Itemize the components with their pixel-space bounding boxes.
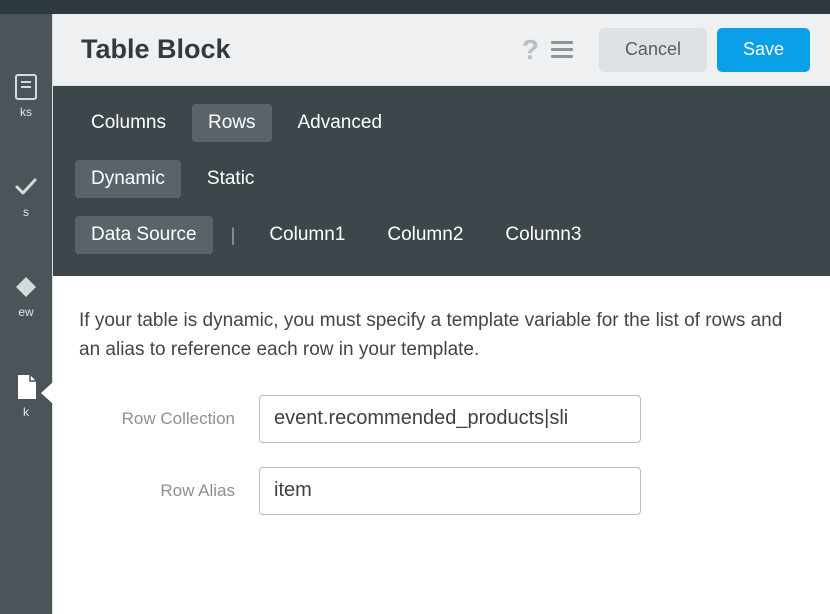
tab-column2[interactable]: Column2 bbox=[371, 216, 479, 254]
tertiary-tabs: Data Source | Column1 Column2 Column3 bbox=[75, 216, 808, 254]
sidebar-item-label: k bbox=[23, 406, 29, 418]
page-title: Table Block bbox=[81, 34, 231, 65]
tab-divider: | bbox=[223, 225, 244, 246]
sidebar-item-label: s bbox=[23, 206, 29, 218]
tabs-area: Columns Rows Advanced Dynamic Static Dat… bbox=[53, 86, 830, 276]
sidebar-item-label: ew bbox=[18, 306, 33, 318]
tab-data-source[interactable]: Data Source bbox=[75, 216, 213, 254]
sidebar-item-2[interactable]: ew bbox=[0, 274, 52, 318]
secondary-tabs: Dynamic Static bbox=[75, 160, 808, 198]
main-panel: Table Block ? Cancel Save Columns Rows A… bbox=[52, 14, 830, 614]
primary-tabs: Columns Rows Advanced bbox=[75, 104, 808, 142]
tab-static[interactable]: Static bbox=[191, 160, 271, 198]
row-alias-field: Row Alias bbox=[79, 467, 804, 515]
tab-column3[interactable]: Column3 bbox=[489, 216, 597, 254]
row-alias-label: Row Alias bbox=[79, 481, 259, 501]
panel-header: Table Block ? Cancel Save bbox=[53, 14, 830, 86]
sidebar-item-label: ks bbox=[20, 106, 32, 118]
help-icon[interactable]: ? bbox=[522, 34, 539, 66]
save-button[interactable]: Save bbox=[717, 28, 810, 72]
sidebar-item-1[interactable]: s bbox=[0, 174, 52, 218]
description-text: If your table is dynamic, you must speci… bbox=[79, 306, 804, 365]
sidebar: ks s ew k bbox=[0, 14, 52, 614]
row-collection-input[interactable] bbox=[259, 395, 641, 443]
tab-rows[interactable]: Rows bbox=[192, 104, 272, 142]
top-bar bbox=[0, 0, 830, 14]
row-collection-field: Row Collection bbox=[79, 395, 804, 443]
diamond-icon bbox=[13, 274, 39, 300]
cancel-button[interactable]: Cancel bbox=[599, 28, 707, 72]
sidebar-item-3[interactable]: k bbox=[0, 374, 52, 418]
sidebar-item-0[interactable]: ks bbox=[0, 74, 52, 118]
check-icon bbox=[13, 174, 39, 200]
tab-advanced[interactable]: Advanced bbox=[282, 104, 399, 142]
row-alias-input[interactable] bbox=[259, 467, 641, 515]
tab-column1[interactable]: Column1 bbox=[253, 216, 361, 254]
row-collection-label: Row Collection bbox=[79, 409, 259, 429]
menu-icon[interactable] bbox=[551, 41, 573, 58]
tab-columns[interactable]: Columns bbox=[75, 104, 182, 142]
content-area: If your table is dynamic, you must speci… bbox=[53, 276, 830, 569]
file-icon bbox=[13, 374, 39, 400]
document-icon bbox=[13, 74, 39, 100]
tab-dynamic[interactable]: Dynamic bbox=[75, 160, 181, 198]
